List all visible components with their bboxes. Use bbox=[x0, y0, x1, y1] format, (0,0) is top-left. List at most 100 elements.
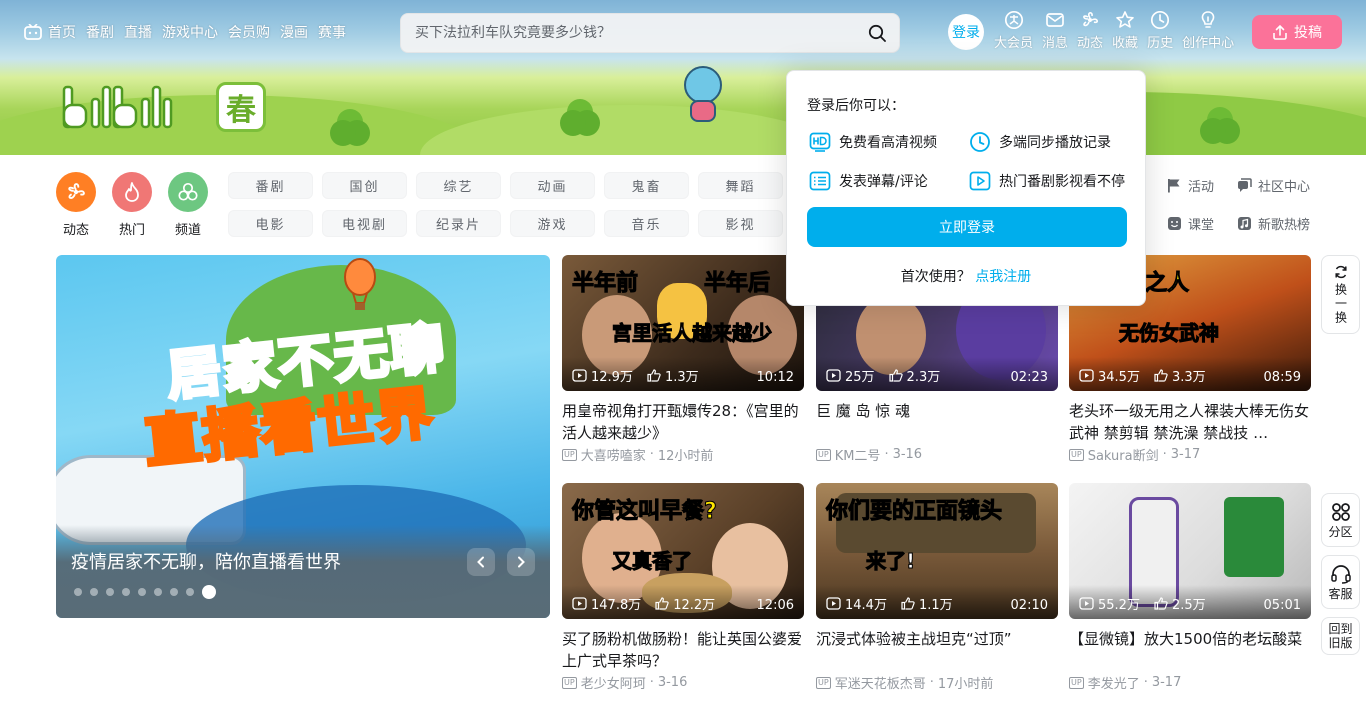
channel-label: 频道 bbox=[174, 223, 201, 238]
zones-button[interactable]: 分区 bbox=[1321, 493, 1360, 547]
feature-label: 热门番剧影视看不停 bbox=[999, 174, 1125, 190]
nav-esports[interactable]: 赛事 bbox=[318, 22, 346, 42]
carousel-dot[interactable] bbox=[74, 588, 82, 596]
video-title[interactable]: 老头环一级无用之人裸装大棒无伤女武神 禁剪辑 禁洗澡 禁战技 … bbox=[1069, 400, 1311, 444]
header-history[interactable]: 历史 bbox=[1147, 10, 1173, 51]
register-link[interactable]: 点我注册 bbox=[975, 269, 1031, 285]
link-activity[interactable]: 活动 bbox=[1167, 172, 1237, 199]
video-thumbnail[interactable]: 你管这叫早餐? 又真香了 147.8万 12.2万 12:06 bbox=[562, 483, 804, 619]
vip-icon bbox=[1004, 10, 1023, 30]
nav-game-center[interactable]: 游戏中心 bbox=[162, 22, 218, 42]
banner-prev-button[interactable] bbox=[467, 548, 495, 576]
tag-variety[interactable]: 综艺 bbox=[416, 172, 501, 199]
bilibili-logo[interactable]: 春 bbox=[60, 82, 266, 132]
customer-service-label: 客服 bbox=[1328, 586, 1353, 601]
video-author[interactable]: UP 军迷天花板杰哥 · 17小时前 bbox=[816, 673, 1058, 692]
search-input[interactable] bbox=[401, 14, 855, 52]
login-now-button[interactable]: 立即登录 bbox=[807, 207, 1127, 247]
carousel-dot[interactable] bbox=[90, 588, 98, 596]
video-card[interactable]: 你们要的正面镜头 来了! 14.4万 1.1万 02:10 沉浸式体验被主战坦克… bbox=[816, 483, 1058, 692]
login-avatar-button[interactable]: 登录 bbox=[948, 14, 984, 50]
video-title[interactable]: 【显微镜】放大1500倍的老坛酸菜 bbox=[1069, 628, 1311, 672]
up-badge-icon: UP bbox=[1069, 676, 1084, 689]
tag-kichiku[interactable]: 鬼畜 bbox=[604, 172, 689, 199]
video-thumbnail[interactable]: 半年前 半年后 宫里活人越来越少 12.9万 1.3万 10:12 bbox=[562, 255, 804, 391]
publish-time: 17小时前 bbox=[937, 677, 994, 692]
nav-home[interactable]: 首页 bbox=[24, 22, 76, 42]
play-count-icon bbox=[1079, 369, 1094, 382]
carousel-dot[interactable] bbox=[202, 585, 216, 599]
carousel-dot[interactable] bbox=[138, 588, 146, 596]
top-nav: 首页 番剧 直播 游戏中心 会员购 漫画 赛事 bbox=[24, 20, 346, 44]
video-stats: 55.2万 2.5万 05:01 bbox=[1069, 585, 1311, 619]
channel-channels[interactable]: 频道 bbox=[168, 172, 208, 238]
nav-live[interactable]: 直播 bbox=[124, 22, 152, 42]
video-card[interactable]: 你管这叫早餐? 又真香了 147.8万 12.2万 12:06 买了肠粉机做肠粉… bbox=[562, 483, 804, 692]
thumbs-up-icon bbox=[647, 369, 661, 382]
upload-button[interactable]: 投稿 bbox=[1252, 15, 1342, 49]
meta-separator: · bbox=[1143, 675, 1148, 690]
video-author[interactable]: UP 李发光了 · 3-17 bbox=[1069, 673, 1311, 692]
tag-documentary[interactable]: 纪录片 bbox=[416, 210, 501, 237]
tag-game[interactable]: 游戏 bbox=[510, 210, 595, 237]
zones-label: 分区 bbox=[1328, 524, 1353, 539]
nav-manga[interactable]: 漫画 bbox=[280, 22, 308, 42]
carousel-dot[interactable] bbox=[122, 588, 130, 596]
video-author[interactable]: UP 大喜唠嗑家 · 12小时前 bbox=[562, 445, 804, 464]
publish-time: 3-16 bbox=[892, 447, 923, 462]
carousel-dot[interactable] bbox=[106, 588, 114, 596]
video-title[interactable]: 买了肠粉机做肠粉！能让英国公婆爱上广式早茶吗？ bbox=[562, 628, 804, 672]
video-stats: 14.4万 1.1万 02:10 bbox=[816, 585, 1058, 619]
old-version-button[interactable]: 回到旧版 bbox=[1321, 617, 1360, 655]
like-count-text: 2.5万 bbox=[1171, 598, 1206, 613]
carousel-dot[interactable] bbox=[154, 588, 162, 596]
video-title[interactable]: 用皇帝视角打开甄嬛传28：《宫里的活人越来越少》 bbox=[562, 400, 804, 444]
nav-mall[interactable]: 会员购 bbox=[228, 22, 270, 42]
tag-tv-drama[interactable]: 电视剧 bbox=[322, 210, 407, 237]
banner-next-button[interactable] bbox=[507, 548, 535, 576]
publish-time: 3-17 bbox=[1151, 675, 1182, 690]
channel-label: 动态 bbox=[62, 223, 89, 238]
tag-guochuang[interactable]: 国创 bbox=[322, 172, 407, 199]
video-title[interactable]: 沉浸式体验被主战坦克“过顶” bbox=[816, 628, 1058, 672]
banner-carousel[interactable]: 居家不无聊 直播看世界 疫情居家不无聊，陪你直播看世界 bbox=[56, 255, 550, 618]
header-favorites[interactable]: 收藏 bbox=[1112, 10, 1138, 51]
banner-caption[interactable]: 疫情居家不无聊，陪你直播看世界 bbox=[71, 548, 341, 574]
video-author[interactable]: UP KM二号 · 3-16 bbox=[816, 445, 1058, 464]
link-class[interactable]: 课堂 bbox=[1167, 210, 1237, 237]
video-thumbnail[interactable]: 你们要的正面镜头 来了! 14.4万 1.1万 02:10 bbox=[816, 483, 1058, 619]
header-vip[interactable]: 大会员 bbox=[994, 10, 1033, 51]
flag-icon bbox=[1168, 179, 1180, 193]
header-dynamics[interactable]: 动态 bbox=[1077, 10, 1103, 51]
video-title[interactable]: 巨 魔 岛 惊 魂 bbox=[816, 400, 1058, 444]
tag-film-tv[interactable]: 影视 bbox=[698, 210, 783, 237]
video-author[interactable]: UP Sakura断剑 · 3-17 bbox=[1069, 445, 1311, 464]
refresh-feed-button[interactable]: 换一换 bbox=[1321, 255, 1360, 334]
link-community[interactable]: 社区中心 bbox=[1237, 172, 1317, 199]
tag-dance[interactable]: 舞蹈 bbox=[698, 172, 783, 199]
thumbnail-text: 你们要的正面镜头 bbox=[825, 499, 1003, 525]
nav-anime[interactable]: 番剧 bbox=[86, 22, 114, 42]
video-author[interactable]: UP 老少女阿珂 · 3-16 bbox=[562, 673, 804, 692]
tag-anime[interactable]: 番剧 bbox=[228, 172, 313, 199]
header-creator-center[interactable]: 创作中心 bbox=[1182, 10, 1234, 51]
channel-circle bbox=[168, 172, 208, 212]
customer-service-button[interactable]: 客服 bbox=[1321, 555, 1360, 609]
search-button[interactable] bbox=[855, 14, 899, 52]
channel-hot[interactable]: 热门 bbox=[112, 172, 152, 238]
video-card[interactable]: 半年前 半年后 宫里活人越来越少 12.9万 1.3万 10:12 用皇帝视角打… bbox=[562, 255, 804, 464]
link-new-songs[interactable]: 新歌热榜 bbox=[1237, 210, 1317, 237]
header-messages[interactable]: 消息 bbox=[1042, 10, 1068, 51]
thumbnail-text: 半年前 半年后 bbox=[571, 271, 771, 297]
tag-music[interactable]: 音乐 bbox=[604, 210, 689, 237]
video-thumbnail[interactable]: 55.2万 2.5万 05:01 bbox=[1069, 483, 1311, 619]
hd-icon bbox=[809, 132, 831, 152]
carousel-dot[interactable] bbox=[170, 588, 178, 596]
video-card[interactable]: 55.2万 2.5万 05:01 【显微镜】放大1500倍的老坛酸菜 UP 李发… bbox=[1069, 483, 1311, 692]
tag-movie[interactable]: 电影 bbox=[228, 210, 313, 237]
video-duration: 02:23 bbox=[1010, 370, 1048, 385]
carousel-dot[interactable] bbox=[186, 588, 194, 596]
channel-dynamic[interactable]: 动态 bbox=[56, 172, 96, 238]
tag-animation[interactable]: 动画 bbox=[510, 172, 595, 199]
old-version-label: 回到旧版 bbox=[1328, 622, 1353, 650]
